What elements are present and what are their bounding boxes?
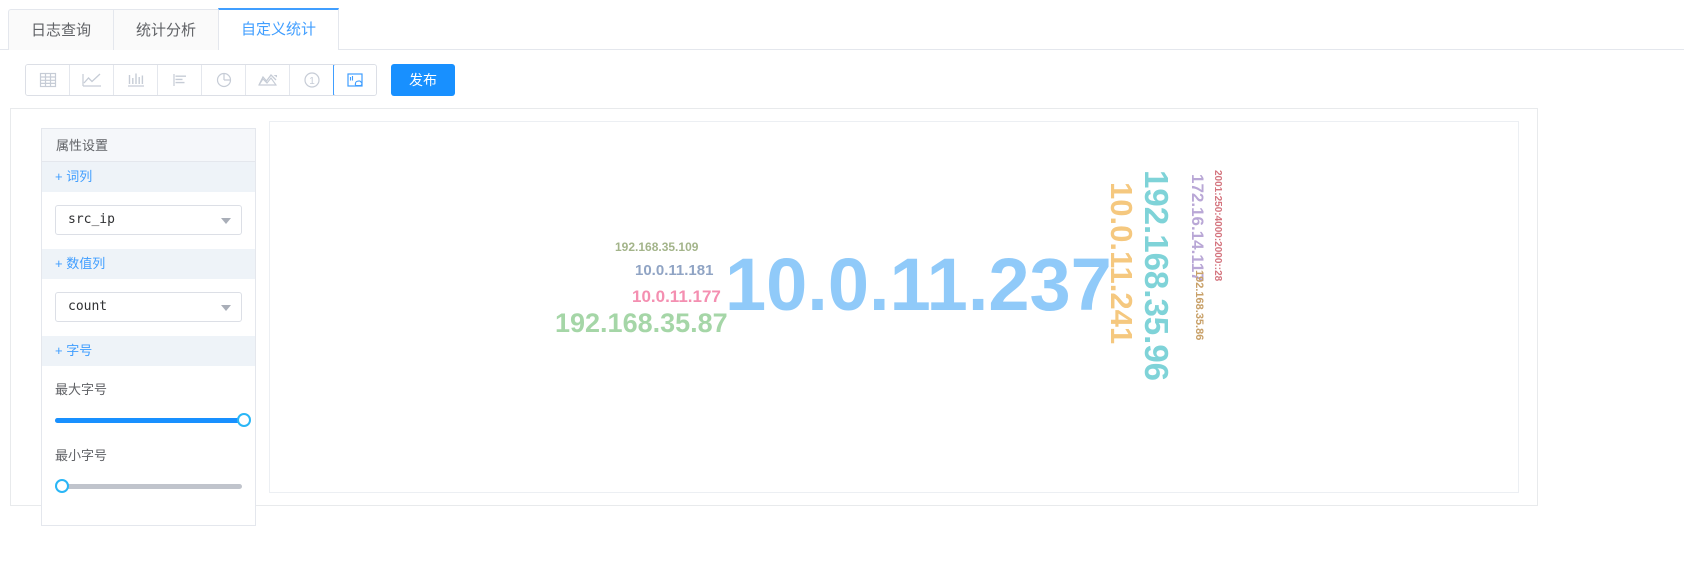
tab-log-query[interactable]: 日志查询 bbox=[8, 9, 114, 50]
line-chart-icon bbox=[81, 70, 103, 90]
tab-log-query-label: 日志查询 bbox=[31, 22, 92, 39]
chevron-down-icon bbox=[221, 305, 231, 311]
tab-custom-statistics-label: 自定义统计 bbox=[241, 21, 317, 38]
publish-button[interactable]: 发布 bbox=[391, 64, 455, 96]
content-frame: 属性设置 + 词列 src_ip + 数值列 count + 字号 最大字号 最… bbox=[10, 108, 1538, 526]
word-column-select[interactable]: src_ip bbox=[55, 205, 242, 235]
value-column-select[interactable]: count bbox=[55, 292, 242, 322]
min-font-size-slider[interactable] bbox=[55, 479, 242, 493]
property-panel: 属性设置 + 词列 src_ip + 数值列 count + 字号 最大字号 最… bbox=[41, 128, 256, 526]
word-cloud-chart: 10.0.11.237 192.168.35.87 10.0.11.177 10.0.… bbox=[269, 121, 1519, 493]
property-panel-title: 属性设置 bbox=[42, 129, 255, 162]
chart-type-table-button[interactable] bbox=[26, 65, 70, 95]
horizontal-bar-chart-icon bbox=[170, 70, 190, 90]
word-cloud-icon bbox=[345, 70, 365, 90]
font-size-group-body: 最大字号 最小字号 bbox=[42, 366, 255, 525]
svg-text:1: 1 bbox=[309, 76, 315, 87]
word-column-group-body: src_ip bbox=[42, 192, 255, 249]
min-font-size-slider-track bbox=[55, 484, 242, 489]
word-cloud-item[interactable]: 10.0.11.177 bbox=[632, 287, 721, 307]
tab-bar: 日志查询 统计分析 自定义统计 bbox=[0, 0, 1684, 51]
tab-list: 日志查询 统计分析 自定义统计 bbox=[8, 8, 340, 51]
pie-chart-icon bbox=[214, 70, 234, 90]
tab-custom-statistics[interactable]: 自定义统计 bbox=[218, 8, 340, 51]
max-font-size-label: 最大字号 bbox=[55, 382, 108, 397]
area-chart-icon bbox=[257, 70, 279, 90]
custom-statistics-page: 日志查询 统计分析 自定义统计 1 发布 属性设置 + 词列 src_ip + … bbox=[0, 0, 1684, 565]
bar-chart-icon bbox=[126, 70, 146, 90]
tab-statistical-analysis-label: 统计分析 bbox=[136, 22, 197, 39]
word-cloud-item[interactable]: 2001:250:4000:2000::28 bbox=[1212, 170, 1223, 281]
word-cloud-item[interactable]: 172.16.14.117 bbox=[1187, 174, 1207, 282]
font-size-group-header[interactable]: + 字号 bbox=[42, 336, 255, 366]
word-cloud-item[interactable]: 10.0.11.237 bbox=[725, 242, 1112, 327]
min-font-size-label: 最小字号 bbox=[55, 448, 108, 463]
word-cloud-item[interactable]: 192.168.35.86 bbox=[1193, 270, 1205, 340]
word-cloud-item[interactable]: 10.0.11.181 bbox=[635, 262, 713, 279]
chart-type-line-button[interactable] bbox=[70, 65, 114, 95]
word-cloud-item[interactable]: 192.168.35.96 bbox=[1137, 170, 1175, 381]
max-font-size-slider-fill bbox=[55, 418, 244, 423]
value-column-group-body: count bbox=[42, 279, 255, 336]
chart-type-word-cloud-button[interactable] bbox=[333, 65, 376, 95]
max-font-size-slider-knob[interactable] bbox=[237, 413, 251, 427]
chart-type-pie-button[interactable] bbox=[202, 65, 246, 95]
chart-type-area-button[interactable] bbox=[246, 65, 290, 95]
chevron-down-icon bbox=[221, 218, 231, 224]
min-font-size-slider-knob[interactable] bbox=[55, 479, 69, 493]
max-font-size-slider[interactable] bbox=[55, 413, 251, 427]
word-cloud-item[interactable]: 10.0.11.241 bbox=[1103, 182, 1139, 344]
tab-statistical-analysis[interactable]: 统计分析 bbox=[113, 9, 219, 50]
chart-type-toolbar: 1 发布 bbox=[25, 64, 455, 96]
chart-type-bar-button[interactable] bbox=[114, 65, 158, 95]
single-value-icon: 1 bbox=[302, 70, 322, 90]
table-icon bbox=[38, 70, 58, 90]
chart-type-horizontal-bar-button[interactable] bbox=[158, 65, 202, 95]
word-cloud-item[interactable]: 192.168.35.87 bbox=[555, 308, 728, 339]
word-column-select-value: src_ip bbox=[68, 212, 115, 227]
value-column-select-value: count bbox=[68, 299, 108, 314]
word-cloud-item[interactable]: 192.168.35.109 bbox=[615, 240, 698, 254]
chart-type-single-value-button[interactable]: 1 bbox=[290, 65, 334, 95]
value-column-group-header[interactable]: + 数值列 bbox=[42, 249, 255, 279]
chart-type-button-group: 1 bbox=[25, 64, 377, 96]
word-column-group-header[interactable]: + 词列 bbox=[42, 162, 255, 192]
